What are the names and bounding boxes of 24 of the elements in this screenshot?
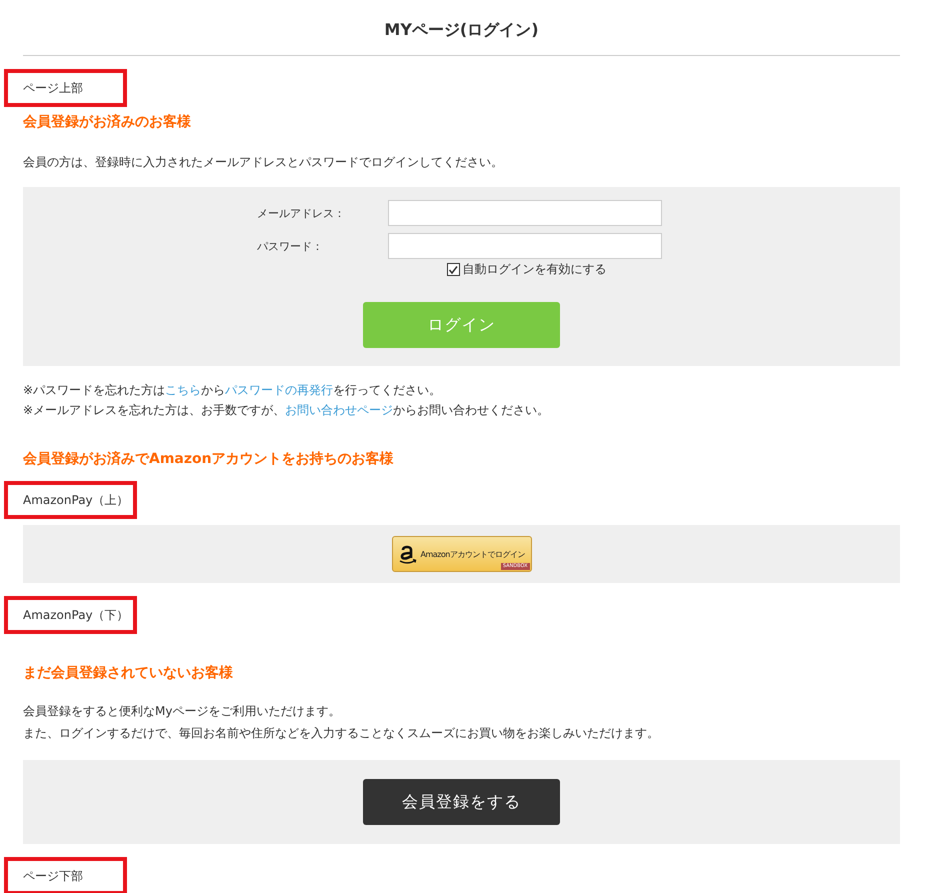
login-button[interactable]: ログイン bbox=[363, 302, 560, 348]
input-field[interactable] bbox=[388, 200, 662, 226]
section-heading: 会員登録がお済みのお客様 bbox=[23, 113, 192, 131]
page-title: MYページ(ログイン) bbox=[23, 20, 900, 56]
annotation-label: AmazonPay（上） bbox=[23, 492, 129, 508]
field-label: パスワード： bbox=[257, 238, 324, 254]
section-heading: まだ会員登録されていないお客様 bbox=[23, 664, 234, 682]
annotation-label: AmazonPay（下） bbox=[23, 606, 129, 624]
help-link[interactable]: お問い合わせページ bbox=[285, 403, 394, 417]
help-text: ※メールアドレスを忘れた方は、お手数ですが、お問い合わせページからお問い合わせください。 bbox=[23, 402, 550, 419]
checkbox[interactable] bbox=[446, 263, 460, 276]
annotation-label: ページ上部 bbox=[23, 80, 83, 96]
help-link[interactable]: こちら bbox=[165, 383, 202, 397]
help-text: ※パスワードを忘れた方は こちらからパスワードの再発行を行ってください。 bbox=[23, 382, 442, 399]
register-button[interactable]: 会員登録をする bbox=[363, 779, 560, 825]
help-link[interactable]: パスワードの再発行 bbox=[225, 383, 334, 397]
register-text: 会員登録をすると便利なMyページをご利用いただけます。 また、ログインするだけで、毎回お名前や住所などを入力することなくスムーズにお買い物をお楽しみいただけます。 bbox=[23, 703, 660, 742]
section-heading: 会員登録がお済みでAmazonアカウントをお持ちのお客様 bbox=[23, 450, 395, 468]
annotation-label: ページ下部 bbox=[23, 868, 83, 884]
field-label: メールアドレス： bbox=[257, 206, 346, 220]
checkbox-label: 自動ログインを有効にする bbox=[462, 261, 606, 278]
input-field[interactable] bbox=[388, 233, 662, 259]
intro-text: 会員の方は、登録時に入力されたメールアドレスとパスワードでログインしてください。 bbox=[23, 154, 504, 171]
amazon-a-icon bbox=[398, 543, 416, 565]
